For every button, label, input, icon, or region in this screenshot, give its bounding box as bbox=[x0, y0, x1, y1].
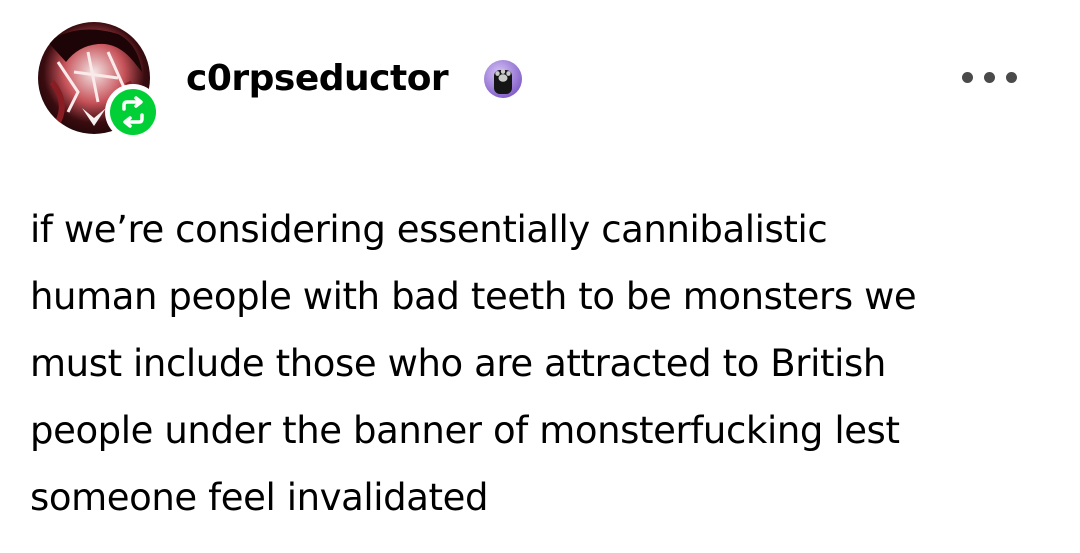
post-text-line: human people with bad teeth to be monste… bbox=[30, 275, 917, 318]
more-options-icon bbox=[962, 72, 973, 83]
reblog-icon bbox=[122, 96, 144, 128]
avatar-container[interactable] bbox=[38, 22, 161, 144]
post-text-line: if we’re considering essentially canniba… bbox=[30, 208, 828, 251]
paw-badge-icon[interactable] bbox=[482, 58, 524, 100]
post-text-line: someone feel invalidated bbox=[30, 476, 489, 519]
more-options-dot bbox=[1006, 72, 1017, 83]
post-text: if we’re considering essentially canniba… bbox=[30, 196, 1050, 531]
more-options-dot bbox=[984, 72, 995, 83]
post-text-line: must include those who are attracted to … bbox=[30, 342, 886, 385]
post-text-line: people under the banner of monsterfuckin… bbox=[30, 409, 900, 452]
more-options-button[interactable] bbox=[958, 60, 1022, 96]
post-header: c0rpseductor bbox=[0, 0, 1080, 160]
username-link[interactable]: c0rpseductor bbox=[186, 54, 449, 104]
reblog-badge bbox=[105, 84, 161, 140]
